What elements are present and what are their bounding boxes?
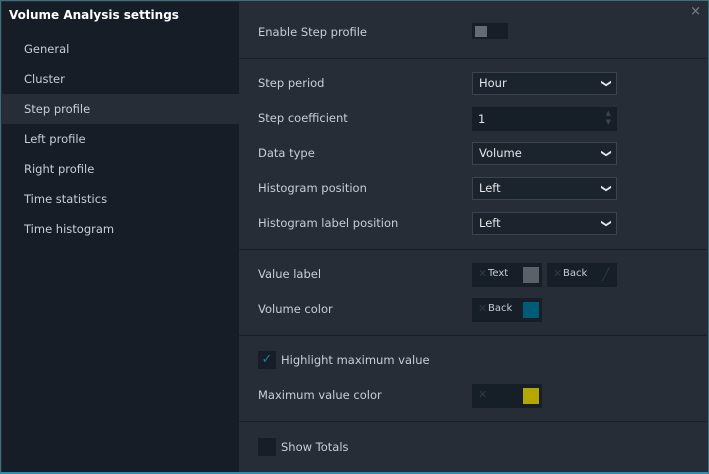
highlight-maximum-checkbox[interactable]: ✓ xyxy=(258,351,276,369)
show-totals-label: Show Totals xyxy=(281,440,349,454)
histogram-position-select[interactable]: Left ❯ xyxy=(472,177,617,200)
color-swatch xyxy=(523,388,539,404)
clear-icon[interactable]: ✕ xyxy=(478,302,487,315)
enable-step-profile-toggle[interactable] xyxy=(472,23,508,39)
highlight-maximum-label: Highlight maximum value xyxy=(281,353,430,367)
data-type-select[interactable]: Volume ❯ xyxy=(472,142,617,165)
sidebar-item-time-histogram[interactable]: Time histogram xyxy=(2,214,239,244)
sidebar-item-general[interactable]: General xyxy=(2,34,239,64)
no-color-icon: ╱ xyxy=(602,267,610,281)
clear-icon[interactable]: ✕ xyxy=(478,388,487,401)
divider xyxy=(238,58,707,59)
chevron-down-icon: ❯ xyxy=(600,79,612,88)
data-type-value: Volume xyxy=(479,146,522,160)
dialog-title: Volume Analysis settings xyxy=(9,8,179,22)
histogram-label-position-value: Left xyxy=(479,216,501,230)
chevron-down-icon: ❯ xyxy=(600,184,612,193)
step-period-label: Step period xyxy=(258,76,325,90)
volume-color-picker[interactable]: ✕ Back xyxy=(472,298,542,322)
show-totals-checkbox[interactable] xyxy=(258,438,276,456)
divider xyxy=(238,335,707,336)
sidebar-item-time-statistics[interactable]: Time statistics xyxy=(2,184,239,214)
maximum-value-color-label: Maximum value color xyxy=(258,388,382,402)
histogram-position-value: Left xyxy=(479,181,501,195)
close-icon[interactable]: × xyxy=(690,4,701,19)
back-label: Back xyxy=(563,268,588,279)
value-label-text-color-picker[interactable]: ✕ Text xyxy=(472,263,542,287)
step-coefficient-label: Step coefficient xyxy=(258,111,348,125)
divider xyxy=(238,249,707,250)
step-coefficient-value: 1 xyxy=(478,112,486,126)
color-swatch xyxy=(523,267,539,283)
toggle-knob xyxy=(475,26,487,37)
chevron-down-icon: ❯ xyxy=(600,149,612,158)
text-label: Text xyxy=(488,268,509,279)
back-label: Back xyxy=(488,303,513,314)
sidebar-item-step-profile[interactable]: Step profile xyxy=(2,94,239,124)
step-coefficient-input[interactable]: 1 ▲ ▼ xyxy=(472,107,617,131)
sidebar-item-right-profile[interactable]: Right profile xyxy=(2,154,239,184)
spinner-arrows-icon[interactable]: ▲ ▼ xyxy=(606,109,611,127)
sidebar-item-left-profile[interactable]: Left profile xyxy=(2,124,239,154)
maximum-value-color-picker[interactable]: ✕ xyxy=(472,384,542,408)
histogram-label-position-select[interactable]: Left ❯ xyxy=(472,212,617,235)
step-period-value: Hour xyxy=(479,76,507,90)
histogram-position-label: Histogram position xyxy=(258,181,367,195)
enable-step-profile-label: Enable Step profile xyxy=(258,25,367,39)
histogram-label-position-label: Histogram label position xyxy=(258,216,399,230)
clear-icon[interactable]: ✕ xyxy=(553,267,562,280)
volume-color-label: Volume color xyxy=(258,302,333,316)
step-period-select[interactable]: Hour ❯ xyxy=(472,72,617,95)
divider xyxy=(238,421,707,422)
chevron-down-icon: ❯ xyxy=(600,219,612,228)
data-type-label: Data type xyxy=(258,146,315,160)
value-label-back-color-picker[interactable]: ✕ Back ╱ xyxy=(547,263,617,287)
value-label-label: Value label xyxy=(258,267,322,281)
sidebar-item-cluster[interactable]: Cluster xyxy=(2,64,239,94)
sidebar: Volume Analysis settings General Cluster… xyxy=(2,2,239,472)
color-swatch xyxy=(523,302,539,318)
clear-icon[interactable]: ✕ xyxy=(478,267,487,280)
